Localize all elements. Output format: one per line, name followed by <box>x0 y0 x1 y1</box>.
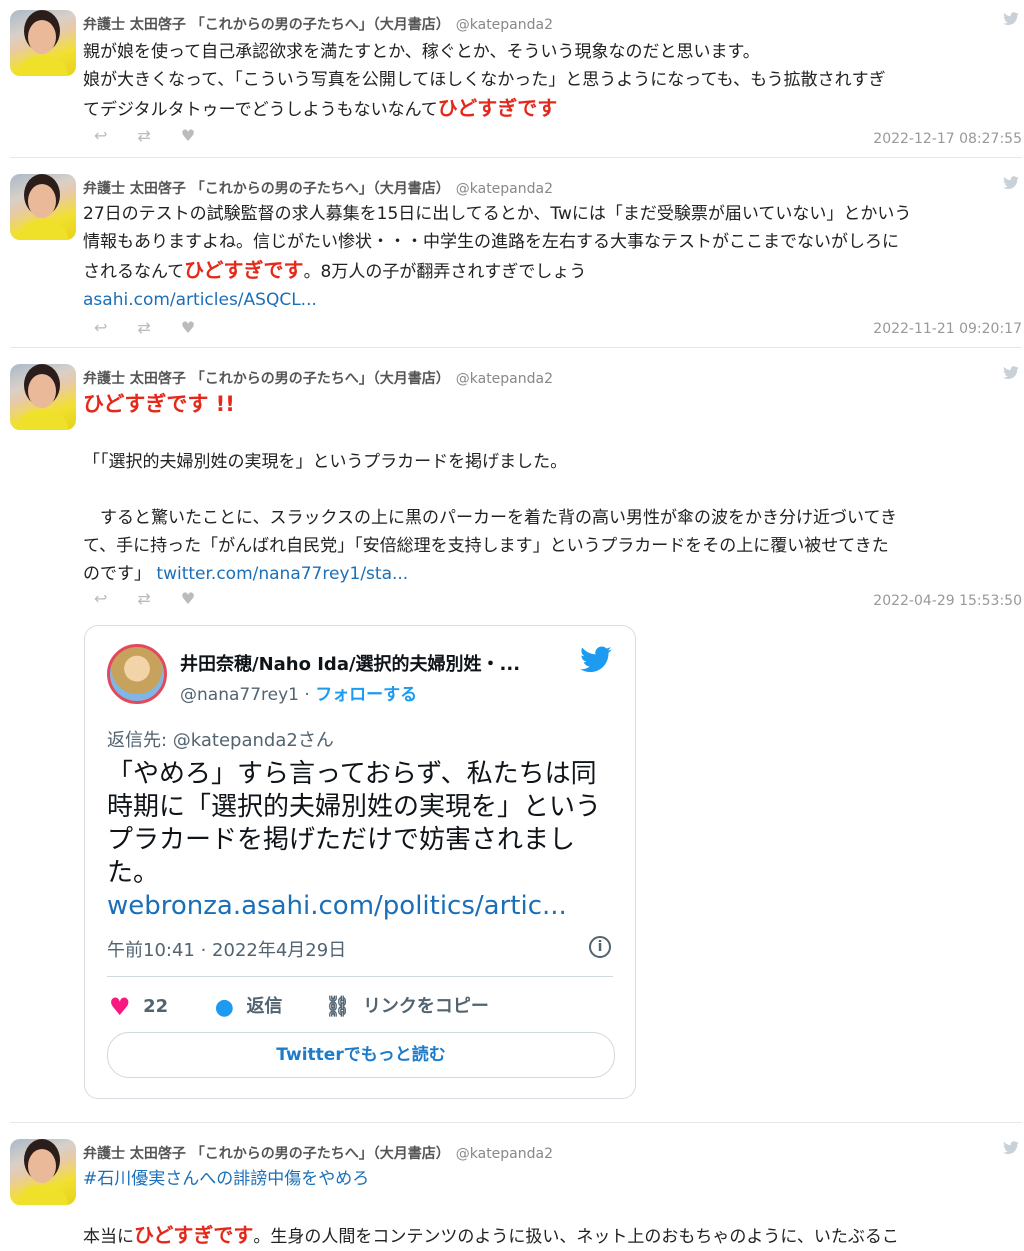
quoted-tweet-link[interactable]: twitter.com/nana77rey1/sta... <box>156 564 408 584</box>
embed-handle-row: @nana77rey1 · フォローする <box>180 685 418 705</box>
tweet-header: 弁護士 太田啓子 「これからの男の子たちへ」（大月書店） @katepanda2 <box>83 1143 553 1163</box>
follow-button[interactable]: フォローする <box>315 685 417 705</box>
tweet-actions: ↩ ⇄ ♥ <box>94 318 225 337</box>
timestamp[interactable]: 2022-11-21 09:20:17 <box>873 321 1022 337</box>
like-count: 22 <box>143 996 169 1017</box>
author-handle[interactable]: @katepanda2 <box>456 17 553 33</box>
divider <box>10 347 1022 348</box>
heart-icon[interactable]: ♥ <box>181 318 195 337</box>
tweet: 弁護士 太田啓子 「これからの男の子たちへ」（大月書店） @katepanda2 … <box>10 172 1022 342</box>
tweet-header: 弁護士 太田啓子 「これからの男の子たちへ」（大月書店） @katepanda2 <box>83 14 553 34</box>
reply-to-label: 返信先: @katepanda2さん <box>107 730 334 751</box>
embedded-tweet-card[interactable]: 井田奈穂/Naho Ida/選択的夫婦別姓・... @nana77rey1 · … <box>84 625 636 1099</box>
author-name[interactable]: 弁護士 太田啓子 「これからの男の子たちへ」（大月書店） <box>83 181 450 197</box>
embed-actions: ♥ 22 ● 返信 ⛓ リンクをコピー <box>109 992 489 1021</box>
tweet-text: ひどすぎです !! 「「選択的夫婦別姓の実現を」というプラカードを掲げました。 … <box>83 392 897 584</box>
twitter-bird-icon[interactable] <box>1002 176 1020 190</box>
retweet-icon[interactable]: ⇄ <box>137 589 150 608</box>
heart-icon[interactable]: ♥ <box>181 126 195 145</box>
embed-author-handle[interactable]: @nana77rey1 <box>180 685 299 705</box>
reply-icon[interactable]: ↩ <box>94 126 107 145</box>
like-button[interactable]: ♥ 22 <box>109 993 169 1021</box>
read-more-button[interactable]: Twitterでもっと読む <box>107 1032 615 1078</box>
twitter-bird-icon[interactable] <box>579 646 613 674</box>
avatar[interactable] <box>10 174 76 240</box>
hashtag-link[interactable]: #石川優実さんへの誹謗中傷をやめろ <box>83 1169 369 1189</box>
tweet: 弁護士 太田啓子 「これからの男の子たちへ」（大月書店） @katepanda2 … <box>10 1137 1022 1248</box>
embed-author-name[interactable]: 井田奈穂/Naho Ida/選択的夫婦別姓・... <box>180 650 520 676</box>
heart-icon[interactable]: ♥ <box>181 589 195 608</box>
twitter-bird-icon[interactable] <box>1002 366 1020 380</box>
retweet-icon[interactable]: ⇄ <box>137 126 150 145</box>
embed-date[interactable]: 午前10:41 · 2022年4月29日 <box>107 936 346 962</box>
author-handle[interactable]: @katepanda2 <box>456 181 553 197</box>
tweet-text: #石川優実さんへの誹謗中傷をやめろ 本当にひどすぎです。生身の人間をコンテンツの… <box>83 1169 899 1247</box>
retweet-icon[interactable]: ⇄ <box>137 318 150 337</box>
embed-avatar[interactable] <box>107 644 167 704</box>
tweet-header: 弁護士 太田啓子 「これからの男の子たちへ」（大月書店） @katepanda2 <box>83 368 553 388</box>
tweet: 弁護士 太田啓子 「これからの男の子たちへ」（大月書店） @katepanda2 … <box>10 8 1022 153</box>
copy-link-button[interactable]: ⛓ リンクをコピー <box>325 994 489 1018</box>
avatar[interactable] <box>10 1139 76 1205</box>
reply-icon[interactable]: ↩ <box>94 589 107 608</box>
speech-bubble-icon: ● <box>214 995 234 1020</box>
tweet-text: 27日のテストの試験監督の求人募集を15日に出してるとか、Twには「まだ受験票が… <box>83 204 912 310</box>
author-handle[interactable]: @katepanda2 <box>456 1146 553 1162</box>
divider <box>107 976 613 977</box>
timestamp[interactable]: 2022-12-17 08:27:55 <box>873 131 1022 147</box>
emphasis-text: ひどすぎです <box>134 1223 254 1247</box>
divider <box>10 1122 1022 1123</box>
info-icon[interactable]: i <box>589 936 611 958</box>
author-name[interactable]: 弁護士 太田啓子 「これからの男の子たちへ」（大月書店） <box>83 1146 450 1162</box>
timestamp[interactable]: 2022-04-29 15:53:50 <box>873 593 1022 609</box>
emphasis-text: ひどすぎです <box>184 258 304 282</box>
tweet: 弁護士 太田啓子 「これからの男の子たちへ」（大月書店） @katepanda2 … <box>10 362 1022 612</box>
divider <box>10 157 1022 158</box>
link-icon: ⛓ <box>325 994 351 1018</box>
tweet-text: 親が娘を使って自己承認欲求を満たすとか、稼ぐとか、そういう現象なのだと思います。… <box>83 42 886 120</box>
twitter-bird-icon[interactable] <box>1002 1141 1020 1155</box>
author-name[interactable]: 弁護士 太田啓子 「これからの男の子たちへ」（大月書店） <box>83 371 450 387</box>
emphasis-text: ひどすぎです !! <box>83 392 235 416</box>
heart-icon: ♥ <box>109 993 131 1021</box>
reply-button[interactable]: ● 返信 <box>214 995 283 1020</box>
author-name[interactable]: 弁護士 太田啓子 「これからの男の子たちへ」（大月書店） <box>83 17 450 33</box>
tweet-header: 弁護士 太田啓子 「これからの男の子たちへ」（大月書店） @katepanda2 <box>83 178 553 198</box>
embed-article-link[interactable]: webronza.asahi.com/politics/artic... <box>107 890 617 923</box>
tweet-actions: ↩ ⇄ ♥ <box>94 589 225 608</box>
author-handle[interactable]: @katepanda2 <box>456 371 553 387</box>
tweet-actions: ↩ ⇄ ♥ <box>94 126 225 145</box>
avatar[interactable] <box>10 364 76 430</box>
emphasis-text: ひどすぎです <box>437 96 558 120</box>
article-link[interactable]: asahi.com/articles/ASQCL... <box>83 290 317 310</box>
avatar[interactable] <box>10 10 76 76</box>
reply-icon[interactable]: ↩ <box>94 318 107 337</box>
twitter-bird-icon[interactable] <box>1002 12 1020 26</box>
embed-tweet-text: 「やめろ」すら言っておらず、私たちは同時期に「選択的夫婦別姓の実現を」というプラ… <box>107 758 617 923</box>
